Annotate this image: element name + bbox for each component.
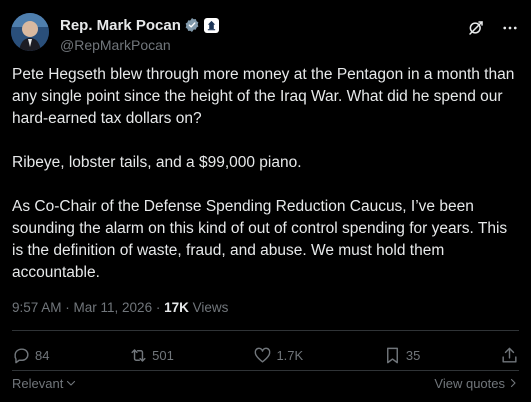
bookmark-count: 35 bbox=[405, 347, 421, 363]
repost-icon bbox=[131, 348, 146, 362]
chevron-right-icon bbox=[510, 378, 516, 388]
chevron-down-icon bbox=[67, 380, 76, 386]
post-timestamp[interactable]: 9:57 AM · Mar 11, 2026 · bbox=[12, 300, 164, 315]
views-count[interactable]: 17K bbox=[164, 300, 189, 315]
government-affiliation-icon[interactable] bbox=[203, 17, 219, 33]
post-meta: 9:57 AM · Mar 11, 2026 · 17K Views bbox=[12, 300, 228, 315]
verified-badge-icon[interactable] bbox=[184, 17, 200, 33]
author-name[interactable]: Rep. Mark Pocan bbox=[60, 17, 181, 34]
reply-icon bbox=[14, 347, 29, 363]
bookmark-button[interactable]: 35 bbox=[383, 346, 420, 365]
sort-replies-dropdown[interactable]: Relevant bbox=[12, 376, 77, 391]
reply-count: 84 bbox=[35, 347, 50, 363]
share-button[interactable] bbox=[500, 346, 519, 365]
sort-label: Relevant bbox=[12, 375, 64, 391]
author-handle[interactable]: @RepMarkPocan bbox=[60, 37, 219, 53]
divider bbox=[12, 330, 519, 331]
divider bbox=[12, 370, 519, 371]
post-text: Pete Hegseth blew through more money at … bbox=[12, 66, 515, 281]
view-quotes-link[interactable]: View quotes bbox=[434, 376, 519, 391]
views-label: Views bbox=[188, 300, 229, 315]
like-count: 1.7K bbox=[276, 347, 304, 363]
post-header: Rep. Mark Pocan @RepMarkPocan bbox=[11, 13, 519, 57]
action-bar: 84 501 1.7K 35 bbox=[12, 343, 519, 367]
reply-button[interactable]: 84 bbox=[12, 346, 49, 365]
heart-icon bbox=[255, 347, 271, 363]
repost-count: 501 bbox=[152, 347, 174, 363]
more-options-icon[interactable] bbox=[501, 19, 519, 37]
bookmark-icon bbox=[386, 347, 398, 363]
avatar[interactable] bbox=[11, 13, 49, 51]
replies-footer: Relevant View quotes bbox=[12, 374, 519, 392]
repost-button[interactable]: 501 bbox=[129, 346, 174, 365]
grok-icon[interactable] bbox=[467, 19, 485, 37]
view-quotes-label: View quotes bbox=[434, 375, 505, 391]
like-button[interactable]: 1.7K bbox=[253, 346, 303, 365]
share-icon bbox=[502, 347, 517, 363]
